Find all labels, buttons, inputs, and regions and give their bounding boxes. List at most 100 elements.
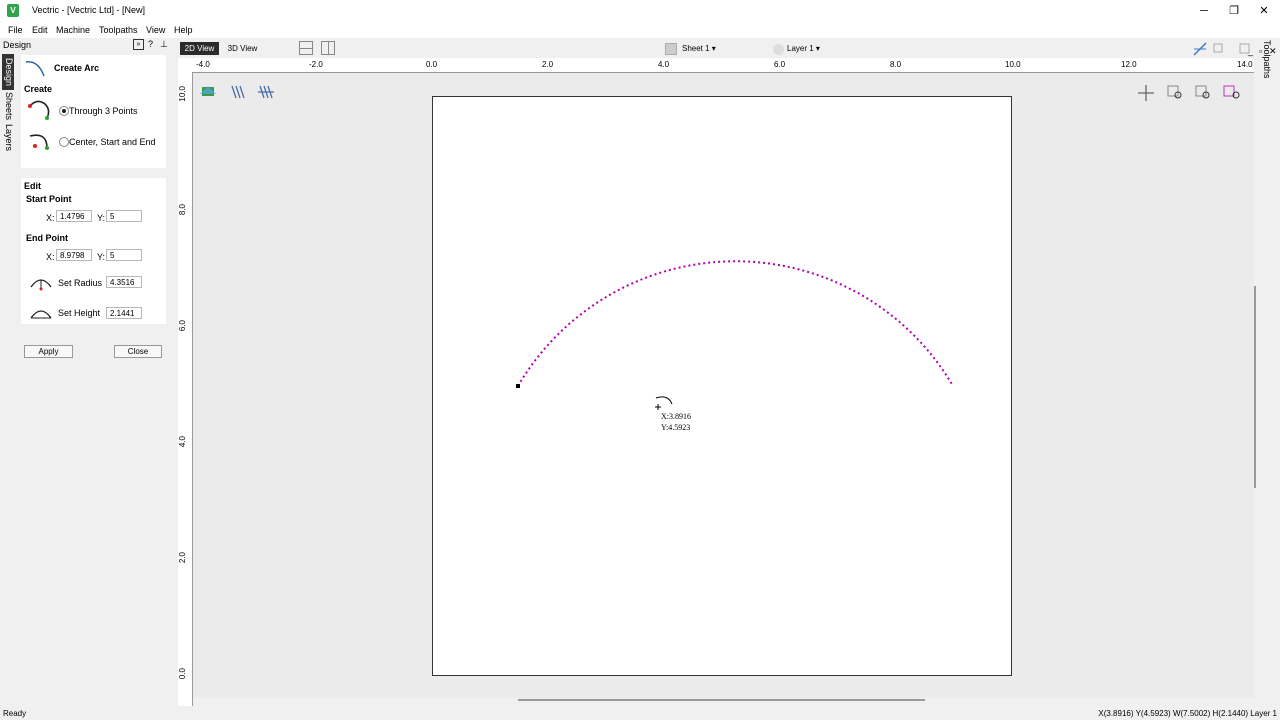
ruler-y-tick: 0.0 bbox=[178, 668, 187, 680]
ruler-x-tick: 6.0 bbox=[774, 60, 786, 69]
ruler-x-tick: 12.0 bbox=[1121, 60, 1137, 69]
status-coordinates: X(3.8916) Y(4.5923) W(7.5002) H(2.1440) … bbox=[1098, 709, 1277, 718]
tool-title: Create Arc bbox=[54, 63, 100, 73]
menu-bar: File Edit Machine Toolpaths View Help _ … bbox=[0, 22, 1280, 56]
node-icon[interactable] bbox=[1213, 43, 1223, 53]
pan-icon[interactable] bbox=[1138, 85, 1154, 101]
center-start-end-icon bbox=[29, 134, 49, 150]
set-height-label: Set Height bbox=[58, 308, 101, 318]
snap-toolbar bbox=[1193, 42, 1250, 56]
arc-start-handle[interactable] bbox=[516, 384, 520, 388]
end-point-heading: End Point bbox=[26, 233, 68, 243]
ruler-x-tick: 0.0 bbox=[426, 60, 438, 69]
ruler-x-tick: 2.0 bbox=[542, 60, 554, 69]
ruler-x-tick: 10.0 bbox=[1005, 60, 1021, 69]
ruler-y-tick: 2.0 bbox=[178, 552, 187, 564]
menu-help[interactable]: Help bbox=[174, 25, 193, 35]
ruler-horizontal: -4.0 -2.0 0.0 2.0 4.0 6.0 8.0 10.0 12.0 … bbox=[178, 58, 1254, 73]
status-bar: Ready X(3.8916) Y(4.5923) W(7.5002) H(2.… bbox=[0, 708, 1280, 720]
menu-edit[interactable]: Edit bbox=[32, 25, 48, 35]
center-start-end-radio[interactable] bbox=[59, 137, 69, 147]
start-x-label: X: bbox=[46, 213, 55, 223]
view-tool-icons bbox=[200, 85, 274, 99]
edit-section: Edit Start Point X: 1.4796 Y: 5 End Poin… bbox=[21, 178, 166, 324]
start-point-heading: Start Point bbox=[26, 194, 72, 204]
material-setup-icon[interactable] bbox=[200, 86, 216, 96]
through-3-points-radio[interactable] bbox=[59, 106, 69, 116]
zoom-extents-icon[interactable] bbox=[1195, 85, 1210, 99]
end-x-input[interactable]: 8.9798 bbox=[56, 249, 92, 261]
window-title: Vectric - [Vectric Ltd] - [New] bbox=[32, 5, 146, 15]
snap-icon[interactable] bbox=[1193, 42, 1207, 56]
menu-file[interactable]: File bbox=[8, 25, 23, 35]
vertical-scrollbar[interactable] bbox=[1254, 286, 1256, 488]
height-icon bbox=[30, 310, 52, 319]
tab-layers[interactable]: Layers bbox=[2, 122, 14, 154]
zoom-box-icon[interactable] bbox=[1167, 85, 1182, 99]
ruler-y-tick: 6.0 bbox=[178, 320, 187, 332]
edit-heading: Edit bbox=[24, 181, 41, 191]
apply-button[interactable]: Apply bbox=[24, 345, 73, 358]
status-ready: Ready bbox=[3, 709, 27, 718]
set-radius-label: Set Radius bbox=[58, 278, 103, 288]
ruler-y-tick: 8.0 bbox=[178, 204, 187, 216]
ruler-x-tick: 8.0 bbox=[890, 60, 902, 69]
height-input[interactable]: 2.1441 bbox=[106, 307, 142, 319]
auto-hide-icon[interactable]: » bbox=[133, 39, 144, 50]
end-y-label: Y: bbox=[97, 252, 106, 262]
radius-input[interactable]: 4.3516 bbox=[106, 276, 142, 288]
right-dock: Toolpaths bbox=[1254, 40, 1280, 708]
layer-label: Layer 1 bbox=[787, 44, 814, 53]
close-panel-button[interactable]: Close bbox=[114, 345, 162, 358]
start-y-input[interactable]: 5 bbox=[106, 210, 142, 222]
ruler-y-tick: 4.0 bbox=[178, 436, 187, 448]
start-x-input[interactable]: 1.4796 bbox=[56, 210, 92, 222]
through-3-points-label[interactable]: Through 3 Points bbox=[69, 106, 138, 116]
ruler-x-tick: -4.0 bbox=[196, 60, 210, 69]
arc-drawing[interactable] bbox=[432, 96, 1012, 676]
title-bar: V Vectric - [Vectric Ltd] - [New] ─ ❐ ✕ bbox=[0, 0, 1280, 22]
menu-view[interactable]: View bbox=[146, 25, 165, 35]
toolpath-preview-icon[interactable] bbox=[231, 85, 245, 99]
zoom-material-icon[interactable] bbox=[1223, 85, 1240, 99]
start-y-label: Y: bbox=[97, 213, 106, 223]
radius-icon bbox=[30, 279, 52, 291]
ruler-x-tick: 4.0 bbox=[658, 60, 670, 69]
tab-3d-view[interactable]: 3D View bbox=[224, 42, 261, 55]
arc-curve[interactable] bbox=[517, 260, 954, 387]
arc-tool-icon bbox=[25, 61, 45, 77]
sheet-selector[interactable]: Sheet 1 ▾ bbox=[682, 44, 716, 53]
grid-icon[interactable] bbox=[1239, 43, 1250, 54]
ruler-y-tick: 10.0 bbox=[178, 86, 187, 102]
menu-toolpaths[interactable]: Toolpaths bbox=[99, 25, 138, 35]
tab-2d-view[interactable]: 2D View bbox=[180, 42, 219, 55]
crosshair-icon bbox=[655, 404, 661, 410]
layer-icon bbox=[773, 44, 784, 55]
toolpath-list-icon[interactable] bbox=[258, 85, 274, 99]
split-horizontal-icon[interactable] bbox=[299, 41, 313, 55]
restore-button[interactable]: ❐ bbox=[1224, 3, 1244, 19]
split-vertical-icon[interactable] bbox=[321, 41, 335, 55]
create-heading: Create bbox=[24, 84, 53, 94]
cursor-y-readout: Y:4.5923 bbox=[661, 423, 691, 432]
zoom-toolbar bbox=[1138, 85, 1240, 101]
pin-icon[interactable]: ⊥ bbox=[160, 39, 168, 50]
app-icon: V bbox=[7, 4, 19, 17]
center-start-end-label[interactable]: Center, Start and End bbox=[69, 137, 156, 147]
end-y-input[interactable]: 5 bbox=[106, 249, 142, 261]
tab-sheets[interactable]: Sheets bbox=[2, 88, 14, 124]
menu-machine[interactable]: Machine bbox=[56, 25, 90, 35]
close-button[interactable]: ✕ bbox=[1254, 3, 1274, 19]
sheet-label: Sheet 1 bbox=[682, 44, 710, 53]
help-icon[interactable]: ? bbox=[148, 39, 153, 49]
ruler-x-tick: 14.0 bbox=[1237, 60, 1253, 69]
end-x-label: X: bbox=[46, 252, 55, 262]
create-section: Create Arc Create Through 3 Points Cente… bbox=[21, 55, 166, 168]
minimize-button[interactable]: ─ bbox=[1194, 3, 1214, 19]
toolpaths-tab[interactable]: Toolpaths bbox=[1262, 40, 1272, 79]
tab-design[interactable]: Design bbox=[2, 54, 14, 90]
ruler-x-tick: -2.0 bbox=[309, 60, 323, 69]
horizontal-scrollbar[interactable] bbox=[518, 699, 925, 701]
ruler-vertical: 10.0 8.0 6.0 4.0 2.0 0.0 bbox=[178, 72, 193, 706]
layer-selector[interactable]: Layer 1 ▾ bbox=[787, 44, 820, 53]
